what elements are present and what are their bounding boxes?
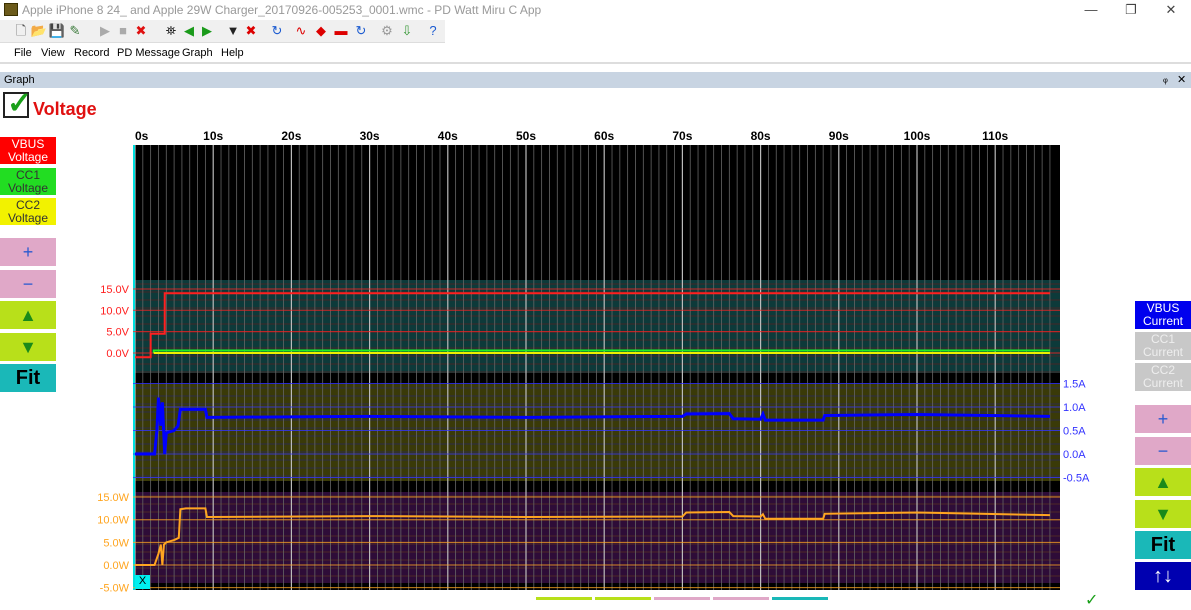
restore-button[interactable]: ❐ (1111, 0, 1151, 20)
find-previous-icon[interactable]: ◀ (180, 22, 198, 40)
current-tick-label: 0.0A (1063, 449, 1086, 461)
x-tick-label: 100s (904, 129, 931, 143)
current-tick-label: 0.5A (1063, 426, 1086, 438)
x-tick-label: 60s (594, 129, 614, 143)
refresh-pd-icon[interactable]: ↻ (268, 22, 286, 40)
new-file-icon[interactable]: 🗋 (12, 22, 30, 40)
play-icon[interactable]: ▶ (96, 22, 114, 40)
panel-close-button[interactable]: ✕ (1177, 73, 1186, 86)
settings-icon[interactable]: ⚙ (378, 22, 396, 40)
help-icon[interactable]: ? (424, 22, 442, 40)
x-tick-label: 50s (516, 129, 536, 143)
minimize-button[interactable]: — (1071, 0, 1111, 20)
graph-panel-header: Graph ᵩ ✕ (0, 72, 1191, 88)
waveform-icon[interactable]: ∿ (292, 22, 310, 40)
x-tick-label: 10s (203, 129, 223, 143)
voltage-tick-label: 5.0V (106, 327, 129, 339)
current-tick-label: -0.5A (1063, 473, 1090, 485)
x-tick-label: 80s (751, 129, 771, 143)
delete-icon[interactable]: ✖ (132, 22, 150, 40)
title-bar: Apple iPhone 8 24_ and Apple 29W Charger… (0, 0, 1191, 20)
current-tick-label: 1.5A (1063, 379, 1086, 391)
power-tick-label: 10.0W (97, 515, 129, 527)
panel-title: Graph (4, 74, 35, 86)
x-tick-label: 20s (281, 129, 301, 143)
menu-file[interactable]: File (14, 47, 32, 59)
menu-view[interactable]: View (41, 47, 65, 59)
pin-button[interactable]: ᵩ (1163, 73, 1168, 85)
voltage-checkbox[interactable]: ✓ (3, 87, 32, 120)
cursor-x-marker[interactable]: X (135, 575, 150, 589)
app-icon (4, 3, 18, 16)
window-title: Apple iPhone 8 24_ and Apple 29W Charger… (22, 3, 542, 17)
download-icon[interactable]: ⇩ (398, 22, 416, 40)
marker-icon[interactable]: ◆ (312, 22, 330, 40)
voltage-tick-label: 15.0V (100, 284, 129, 296)
stop-icon[interactable]: ■ (114, 22, 132, 40)
x-tick-label: 40s (438, 129, 458, 143)
power-tick-label: 15.0W (97, 492, 129, 504)
menu-pd-message[interactable]: PD Message (117, 47, 180, 59)
voltage-tick-label: 10.0V (100, 305, 129, 317)
x-tick-label: 90s (829, 129, 849, 143)
power-tick-label: -5.0W (100, 583, 130, 595)
menu-bar: File View Record PD Message Graph Help (0, 43, 1191, 64)
x-tick-label: 70s (672, 129, 692, 143)
voltage-tick-label: 0.0V (106, 348, 129, 360)
open-folder-icon[interactable]: 📂 (30, 22, 48, 40)
pd-graph-icon[interactable]: ▬ (332, 22, 350, 40)
graph-area[interactable]: 0s 10s 20s 30s 40s 50s 60s 70s 80s 90s 100s 110s 15.… (0, 125, 1191, 600)
save-icon[interactable]: 💾 (48, 22, 66, 40)
toolbar: 🗋 📂 💾 ✎ ▶ ■ ✖ ⛯ ◀ ▶ ▼ ✖ ↻ ∿ ◆ ▬ ↻ ⚙ ⇩? (0, 20, 445, 43)
find-next-icon[interactable]: ▶ (198, 22, 216, 40)
x-tick-label: 30s (360, 129, 380, 143)
find-icon[interactable]: ⛯ (162, 22, 180, 40)
power-checkbox-icon[interactable]: ✓ (1085, 590, 1098, 610)
checkmark-icon: ✓ (7, 87, 33, 120)
voltage-label: Voltage (33, 99, 97, 119)
power-tick-label: 5.0W (103, 537, 129, 549)
graph-refresh-icon[interactable]: ↻ (352, 22, 370, 40)
power-tick-label: 0.0W (103, 560, 129, 572)
x-tick-label: 0s (135, 129, 149, 143)
edit-icon[interactable]: ✎ (66, 22, 84, 40)
clear-filter-icon[interactable]: ✖ (242, 22, 260, 40)
close-button[interactable]: ✕ (1151, 0, 1191, 20)
menu-help[interactable]: Help (221, 47, 244, 59)
filter-icon[interactable]: ▼ (224, 22, 242, 40)
menu-record[interactable]: Record (74, 47, 109, 59)
current-tick-label: 1.0A (1063, 402, 1086, 414)
menu-graph[interactable]: Graph (182, 47, 213, 59)
x-tick-label: 110s (982, 129, 1008, 143)
